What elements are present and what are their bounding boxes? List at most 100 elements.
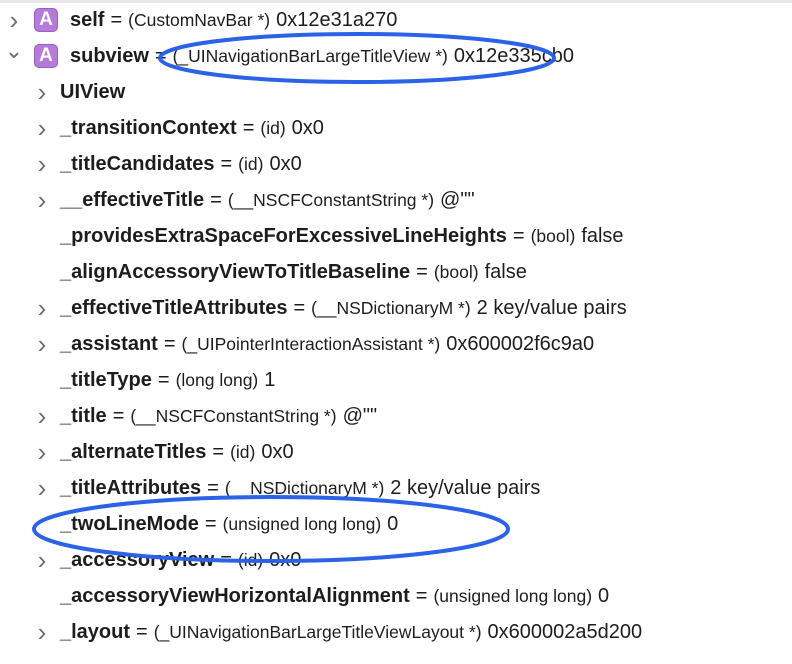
variable-type: (bool): [530, 225, 576, 246]
variable-row[interactable]: › _title = (__NSCFConstantString *) @"": [0, 398, 792, 434]
variable-row[interactable]: _alignAccessoryViewToTitleBaseline = (bool…: [0, 254, 792, 290]
variable-name: _alternateTitles: [60, 440, 207, 463]
variable-value: 0x0: [269, 152, 302, 175]
variable-row[interactable]: › UIView: [0, 74, 792, 110]
equals-sign: =: [242, 116, 255, 139]
chevron-right-icon[interactable]: ›: [31, 470, 53, 506]
chevron-right-icon[interactable]: ›: [3, 2, 25, 38]
variable-name: _title: [60, 404, 107, 427]
variable-type: (long long): [175, 369, 259, 390]
equals-sign: =: [212, 440, 225, 463]
variable-name: subview: [70, 44, 149, 67]
variable-type: (_UINavigationBarLargeTitleViewLayout *): [153, 621, 482, 642]
variable-value: 1: [264, 368, 276, 391]
variable-type: (id): [238, 153, 264, 174]
chevron-right-icon[interactable]: ›: [31, 434, 53, 470]
chevron-right-icon[interactable]: ›: [31, 614, 53, 650]
variable-type: (__NSDictionaryM *): [224, 477, 385, 498]
equals-sign: =: [154, 44, 167, 67]
variable-name: _titleType: [60, 368, 152, 391]
variable-name: _effectiveTitleAttributes: [60, 296, 288, 319]
chevron-right-icon[interactable]: ›: [31, 182, 53, 218]
variable-type: (id): [237, 549, 264, 570]
variable-type: (_UIPointerInteractionAssistant *): [181, 333, 441, 354]
equals-sign: =: [220, 152, 233, 175]
variable-value: @"": [440, 188, 475, 211]
argument-badge-icon: A: [34, 44, 58, 68]
variable-type: (bool): [433, 261, 479, 282]
variable-name: _assistant: [60, 332, 158, 355]
variable-name: _accessoryViewHorizontalAlignment: [60, 584, 410, 607]
variable-row[interactable]: › _titleCandidates = (id) 0x0: [0, 146, 792, 182]
variable-row[interactable]: › _alternateTitles = (id) 0x0: [0, 434, 792, 470]
chevron-right-icon[interactable]: ›: [31, 398, 53, 434]
variable-name: _layout: [60, 620, 131, 643]
variable-row[interactable]: › __effectiveTitle = (__NSCFConstantString …: [0, 182, 792, 218]
variable-text: _titleCandidates = (id) 0x0: [60, 146, 302, 182]
equals-sign: =: [207, 476, 219, 499]
variable-row[interactable]: › _accessoryView = (id) 0x0: [0, 542, 792, 578]
variable-row[interactable]: › Aself = (CustomNavBar *) 0x12e31a270: [0, 2, 792, 38]
variable-name: _accessoryView: [60, 548, 215, 571]
chevron-right-icon[interactable]: ›: [31, 542, 53, 578]
variable-text: _accessoryView = (id) 0x0: [60, 542, 301, 578]
variable-value: 0x600002a5d200: [487, 620, 643, 643]
equals-sign: =: [220, 548, 232, 571]
variable-text: _assistant = (_UIPointerInteractionAssista…: [60, 326, 594, 362]
variable-value: 0: [387, 512, 399, 535]
equals-sign: =: [157, 368, 170, 391]
variable-row[interactable]: _titleType = (long long) 1: [0, 362, 792, 398]
chevron-down-icon[interactable]: ⌄: [3, 38, 25, 74]
variable-name: self: [70, 8, 105, 31]
variable-text: _alternateTitles = (id) 0x0: [60, 434, 294, 470]
variable-row[interactable]: _providesExtraSpaceForExcessiveLineHeigh…: [0, 218, 792, 254]
variable-value: false: [484, 260, 527, 283]
variable-row[interactable]: _twoLineMode = (unsigned long long) 0: [0, 506, 792, 542]
variable-value: 0x0: [291, 116, 324, 139]
variable-value: 0x0: [269, 548, 302, 571]
variable-row[interactable]: › _assistant = (_UIPointerInteractionAssist…: [0, 326, 792, 362]
equals-sign: =: [204, 512, 217, 535]
chevron-right-icon[interactable]: ›: [31, 326, 53, 362]
variable-type: (unsigned long long): [222, 513, 382, 534]
equals-sign: =: [415, 584, 428, 607]
variable-type: (CustomNavBar *): [128, 9, 271, 30]
variable-row[interactable]: ⌄ Asubview = (_UINavigationBarLargeTitleVie…: [0, 38, 792, 74]
variable-text: _effectiveTitleAttributes = (__NSDictionar…: [60, 290, 627, 326]
variable-value: 0x600002f6c9a0: [446, 332, 595, 355]
variable-value: 0x0: [261, 440, 294, 463]
variable-name: _titleAttributes: [60, 476, 202, 499]
variable-row[interactable]: › _transitionContext = (id) 0x0: [0, 110, 792, 146]
variable-row[interactable]: › _layout = (_UINavigationBarLargeTitleView…: [0, 614, 792, 650]
variable-text: __effectiveTitle = (__NSCFConstantString *…: [60, 182, 475, 218]
variable-text: _title = (__NSCFConstantString *) @"": [60, 398, 377, 434]
variable-text: _layout = (_UINavigationBarLargeTitleViewL…: [60, 614, 642, 650]
chevron-right-icon[interactable]: ›: [31, 290, 53, 326]
variable-row[interactable]: › _effectiveTitleAttributes = (__NSDictiona…: [0, 290, 792, 326]
variable-name: _twoLineMode: [60, 512, 199, 535]
variable-type: (id): [260, 117, 286, 138]
variable-text: _transitionContext = (id) 0x0: [60, 110, 324, 146]
chevron-right-icon[interactable]: ›: [31, 110, 53, 146]
variable-type: (id): [230, 441, 256, 462]
chevron-right-icon[interactable]: ›: [31, 74, 53, 110]
variable-text: _titleAttributes = (__NSDictionaryM *) 2 ke…: [60, 470, 540, 506]
variable-type: (__NSCFConstantString *): [227, 189, 435, 210]
equals-sign: =: [416, 260, 428, 283]
variable-value: 0x12e335cb0: [453, 44, 574, 67]
variable-value: 0: [598, 584, 610, 607]
equals-sign: =: [293, 296, 306, 319]
variable-value: @"": [342, 404, 378, 427]
variable-type: (_UINavigationBarLargeTitleView *): [172, 45, 448, 66]
variable-text: _titleType = (long long) 1: [60, 362, 275, 398]
variable-text: _twoLineMode = (unsigned long long) 0: [60, 506, 398, 542]
variable-value: 0x12e31a270: [276, 8, 398, 31]
variable-text: self = (CustomNavBar *) 0x12e31a270: [70, 2, 397, 38]
equals-sign: =: [512, 224, 525, 247]
chevron-right-icon[interactable]: ›: [31, 146, 53, 182]
variable-name: UIView: [60, 80, 126, 103]
equals-sign: =: [163, 332, 176, 355]
variable-text: _providesExtraSpaceForExcessiveLineHeigh…: [60, 218, 624, 254]
variable-row[interactable]: › _titleAttributes = (__NSDictionaryM *) 2 k…: [0, 470, 792, 506]
variable-row[interactable]: _accessoryViewHorizontalAlignment = (unsig…: [0, 578, 792, 614]
